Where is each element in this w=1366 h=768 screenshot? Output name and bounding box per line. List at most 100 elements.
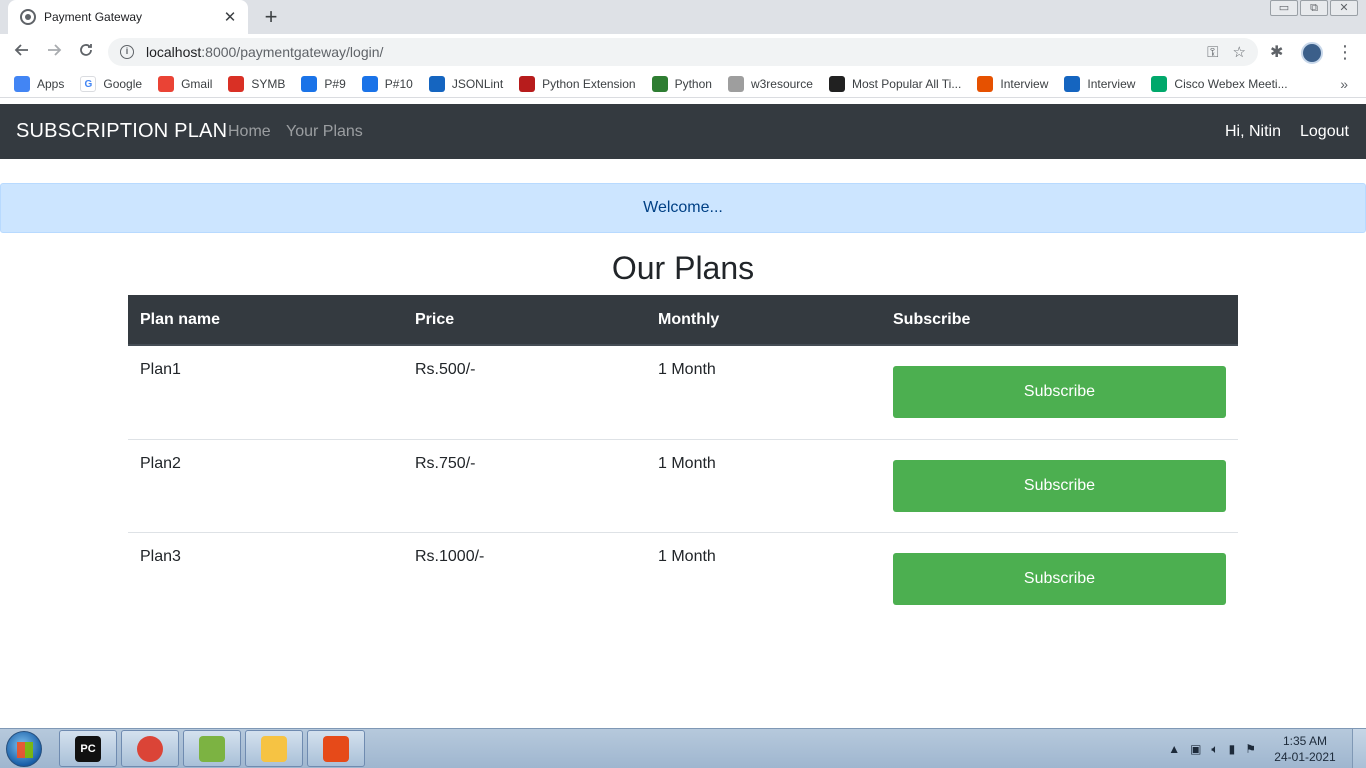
user-greeting-link[interactable]: Hi, Nitin	[1225, 123, 1281, 141]
bookmark-item[interactable]: Interview	[1064, 75, 1135, 92]
subscribe-button[interactable]: Subscribe	[893, 460, 1226, 512]
new-tab-button[interactable]: +	[258, 4, 284, 30]
globe-icon	[20, 9, 36, 25]
page-title: Our Plans	[611, 250, 755, 286]
taskbar-app[interactable]: PC	[59, 730, 117, 767]
subscribe-button[interactable]: Subscribe	[893, 553, 1226, 605]
table-row: Plan2 Rs.750/- 1 Month Subscribe	[128, 439, 1238, 532]
bookmark-star-icon[interactable]: ☆	[1233, 43, 1246, 61]
window-controls: ▭ ⧉ ✕	[1268, 0, 1358, 18]
extensions-puzzle-icon[interactable]: ✱	[1270, 42, 1283, 62]
key-icon[interactable]: ⚿	[1207, 44, 1218, 61]
nav-your-plans-link[interactable]: Your Plans	[286, 123, 363, 141]
w3schools-icon	[651, 75, 668, 92]
webex-icon	[1151, 75, 1168, 92]
taskbar-app[interactable]	[307, 730, 365, 767]
table-body: Plan1 Rs.500/- 1 Month Subscribe Plan2 Rs.750…	[128, 346, 1238, 625]
network-icon[interactable]: ▮	[1229, 742, 1236, 756]
git-icon	[323, 735, 349, 762]
back-arrow-icon	[14, 44, 28, 56]
bookmark-item[interactable]: G Google	[80, 75, 143, 92]
flag-icon	[828, 75, 845, 92]
drive-icon	[361, 75, 378, 92]
plan-name-cell: Plan3	[140, 548, 181, 565]
e-icon	[1064, 75, 1081, 92]
bookmark-item[interactable]: Cisco Webex Meeti...	[1151, 75, 1288, 92]
table-header: Plan name Price Monthly Subscribe	[128, 295, 1238, 346]
notepadpp-icon	[199, 735, 225, 762]
apps-grid-icon	[14, 75, 30, 92]
file-explorer-icon	[261, 735, 287, 762]
address-bar[interactable]: i localhost:8000/paymentgateway/login/ ⚿…	[108, 38, 1258, 66]
table-row: Plan3 Rs.1000/- 1 Month Subscribe	[128, 532, 1238, 625]
plans-table: Plan name Price Monthly Subscribe Plan1 R…	[128, 295, 1238, 625]
bookmark-label: Interview	[1000, 76, 1049, 91]
bookmark-item[interactable]: P#10	[361, 75, 413, 92]
start-button[interactable]	[6, 731, 42, 767]
plan-price-cell: Rs.500/-	[415, 361, 476, 378]
table-row: Plan1 Rs.500/- 1 Month Subscribe	[128, 346, 1238, 439]
clock-date: 24-01-2021	[1274, 750, 1336, 764]
back-button[interactable]	[10, 40, 34, 64]
bookmark-label: Google	[103, 76, 143, 91]
welcome-alert: Welcome...	[0, 183, 1366, 233]
bookmark-item[interactable]: Python Extension	[519, 75, 636, 92]
bookmark-label: Cisco Webex Meeti...	[1174, 76, 1288, 91]
close-tab-icon[interactable]: ✕	[222, 8, 238, 26]
forward-arrow-icon	[48, 44, 62, 56]
bookmarks-overflow-icon[interactable]: »	[1340, 76, 1348, 92]
action-center-flag-icon[interactable]: ⚑	[1245, 742, 1256, 756]
bookmark-item[interactable]: Interview	[977, 75, 1049, 92]
plan-duration-cell: 1 Month	[658, 455, 716, 472]
subscribe-button[interactable]: Subscribe	[893, 366, 1226, 418]
bookmark-item[interactable]: SYMB	[228, 75, 285, 92]
plan-price-cell: Rs.750/-	[415, 455, 476, 472]
bookmark-item[interactable]: Gmail	[158, 75, 213, 92]
tab-title: Payment Gateway	[44, 10, 143, 24]
bookmark-label: Gmail	[181, 76, 213, 91]
bookmark-item[interactable]: w3resource	[727, 75, 813, 92]
windows-taskbar: PC ▲ ▣ 🔈︎ ▮ ⚑ 1:35 AM 24-01-2021	[0, 728, 1366, 768]
gmail-icon	[158, 75, 175, 92]
forward-button[interactable]	[42, 40, 66, 64]
pycharm-icon: PC	[75, 735, 101, 762]
browser-tabstrip: Payment Gateway ✕ + ▭ ⧉ ✕	[0, 0, 1366, 34]
plan-name-cell: Plan1	[140, 361, 181, 378]
plan-name-cell: Plan2	[140, 455, 181, 472]
taskbar-app[interactable]	[183, 730, 241, 767]
minimize-button[interactable]: ▭	[1270, 0, 1298, 16]
bookmark-item[interactable]: P#9	[301, 75, 346, 92]
nav-home-link[interactable]: Home	[228, 123, 271, 141]
show-desktop-button[interactable]	[1352, 729, 1366, 768]
profile-avatar[interactable]	[1301, 42, 1323, 64]
header-subscribe: Subscribe	[893, 310, 971, 328]
taskbar-clock[interactable]: 1:35 AM 24-01-2021	[1270, 733, 1340, 765]
bookmark-label: P#9	[324, 76, 346, 91]
taskbar-app[interactable]	[245, 730, 303, 767]
bookmark-label: Apps	[37, 76, 65, 91]
volume-icon[interactable]: 🔈︎	[1211, 742, 1218, 757]
bookmark-item[interactable]: Apps	[14, 75, 65, 92]
bookmark-item[interactable]: Python	[651, 75, 712, 92]
drive-icon	[301, 75, 318, 92]
bookmark-item[interactable]: Most Popular All Ti...	[828, 75, 962, 92]
browser-toolbar: i localhost:8000/paymentgateway/login/ ⚿…	[0, 34, 1366, 70]
close-window-button[interactable]: ✕	[1330, 0, 1358, 16]
system-tray: ▲ ▣ 🔈︎ ▮ ⚑	[1158, 729, 1256, 768]
plan-duration-cell: 1 Month	[658, 548, 716, 565]
tray-app-icon[interactable]: ▣	[1190, 742, 1201, 756]
bookmark-label: Most Popular All Ti...	[851, 76, 962, 91]
tray-expand-icon[interactable]: ▲	[1168, 742, 1180, 756]
restore-button[interactable]: ⧉	[1300, 0, 1328, 16]
reload-icon	[80, 44, 92, 56]
browser-tab[interactable]: Payment Gateway ✕	[8, 0, 248, 34]
site-info-icon[interactable]: i	[120, 45, 134, 59]
reload-button[interactable]	[74, 40, 98, 64]
taskbar-app[interactable]	[121, 730, 179, 767]
site-brand[interactable]: SUBSCRIPTION PLAN	[16, 120, 227, 143]
bookmark-item[interactable]: JSONLint	[428, 75, 504, 92]
logout-link[interactable]: Logout	[1300, 123, 1349, 141]
bookmark-label: JSONLint	[451, 76, 504, 91]
header-price: Price	[415, 310, 455, 328]
browser-menu-icon[interactable]: ⋮	[1336, 41, 1354, 63]
